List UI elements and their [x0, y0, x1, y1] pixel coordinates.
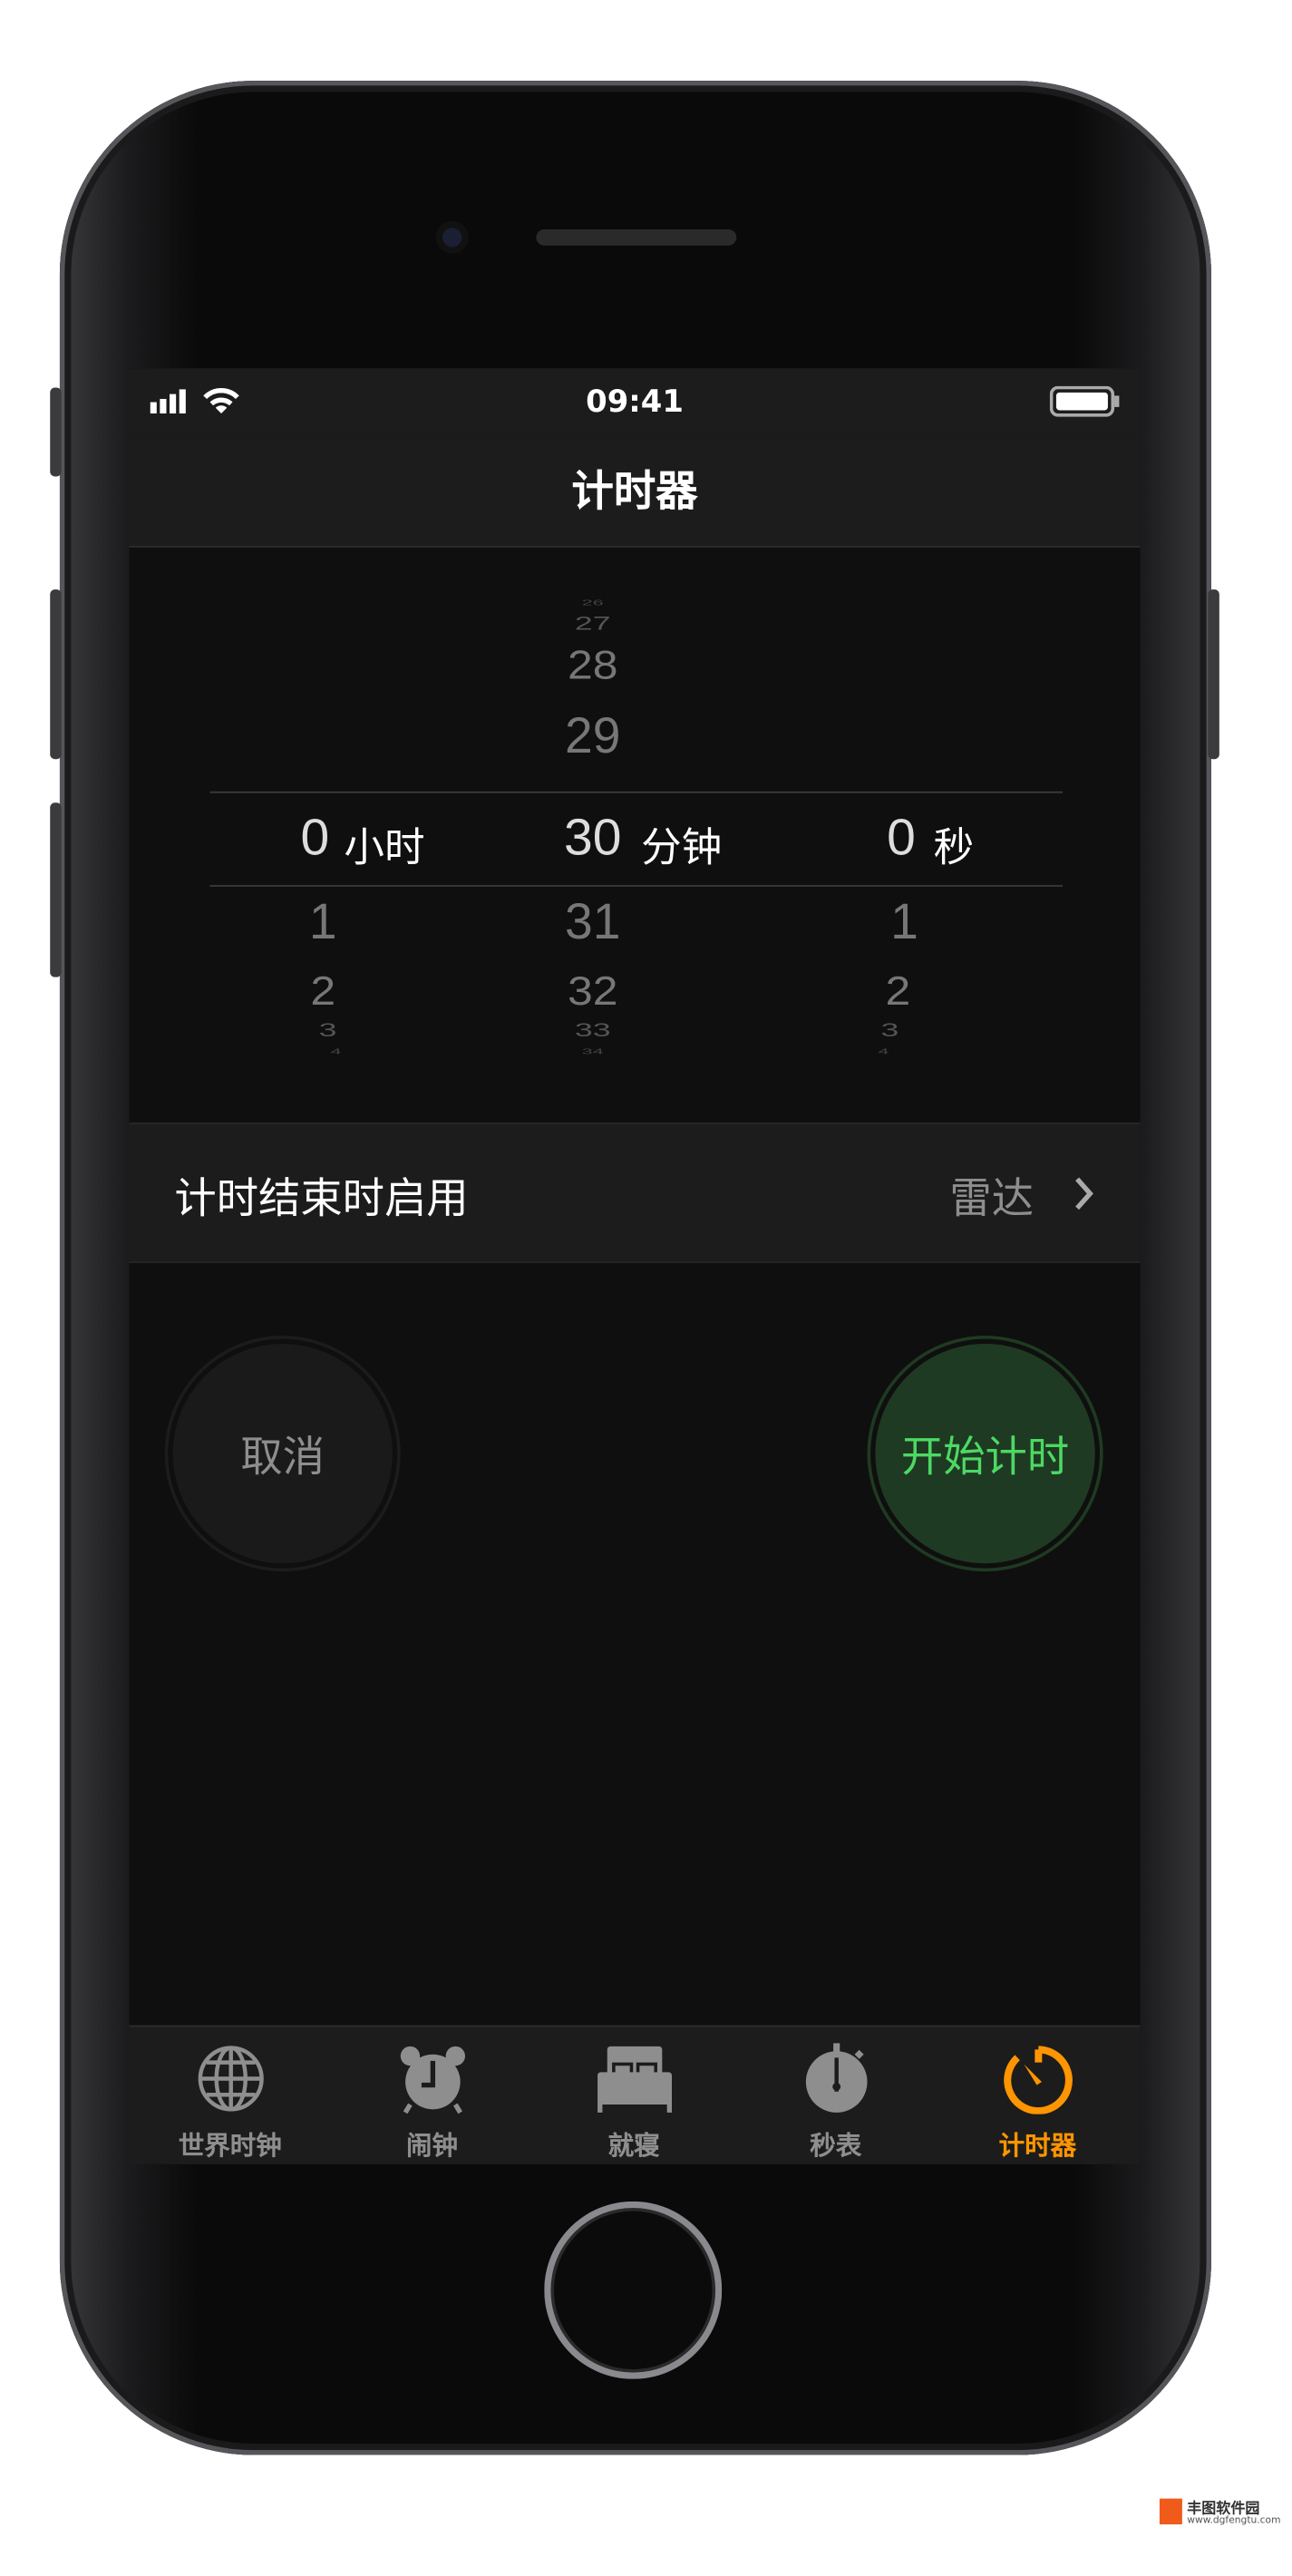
- battery-icon: [1049, 385, 1120, 417]
- tab-bar: 世界时钟 闹钟 就寝 秒表 计时器: [129, 2025, 1141, 2164]
- picker-minutes-unit: 分钟: [641, 823, 723, 871]
- picker-minutes-option[interactable]: 26: [528, 598, 657, 607]
- picker-seconds-unit: 秒: [933, 823, 975, 871]
- globe-icon: [198, 2046, 264, 2112]
- tab-alarm[interactable]: 闹钟: [331, 2027, 533, 2163]
- bed-icon: [597, 2046, 672, 2113]
- picker-minutes-option[interactable]: 31: [528, 893, 657, 951]
- cancel-button[interactable]: 取消: [172, 1344, 393, 1564]
- picker-hours-option[interactable]: 3: [263, 1020, 393, 1043]
- volume-up-button: [50, 589, 62, 760]
- page-title: 计时器: [571, 468, 698, 517]
- power-button: [1208, 589, 1219, 760]
- tab-label: 闹钟: [405, 2130, 458, 2162]
- volume-down-button: [50, 802, 62, 977]
- picker-hours-unit: 小时: [344, 823, 425, 871]
- picker-minutes-option[interactable]: 32: [528, 968, 657, 1015]
- watermark-logo: [1159, 2498, 1182, 2525]
- tab-world-clock[interactable]: 世界时钟: [130, 2027, 332, 2163]
- screen: 09:41 计时器 26 27 28 29 0 小时 30 分钟 0 秒 1 2: [129, 368, 1141, 2164]
- mute-switch: [50, 387, 62, 477]
- picker-seconds-option[interactable]: 4: [819, 1047, 948, 1056]
- tab-bedtime[interactable]: 就寝: [533, 2027, 735, 2163]
- tab-label: 就寝: [607, 2130, 660, 2162]
- picker-seconds-option[interactable]: 1: [840, 893, 969, 951]
- cancel-label: 取消: [240, 1433, 325, 1482]
- tab-stopwatch[interactable]: 秒表: [734, 2027, 937, 2163]
- tab-label: 秒表: [810, 2130, 862, 2162]
- picker-selection-top-line: [209, 791, 1064, 793]
- picker-hours-option[interactable]: 1: [258, 893, 388, 951]
- picker-minutes-option[interactable]: 34: [528, 1047, 657, 1056]
- watermark-url: www.dgfengtu.com: [1187, 2514, 1281, 2526]
- tab-timer[interactable]: 计时器: [937, 2027, 1139, 2163]
- speaker-grille: [536, 228, 737, 246]
- picker-hours-option[interactable]: 2: [258, 968, 388, 1015]
- timer-icon: [1004, 2046, 1073, 2114]
- stopwatch-icon: [805, 2043, 868, 2113]
- picker-minutes-option[interactable]: 27: [528, 613, 657, 636]
- picker-minutes-selected[interactable]: 30: [528, 808, 657, 868]
- when-timer-ends-value: 雷达: [949, 1175, 1035, 1225]
- when-timer-ends-row[interactable]: 计时结束时启用 雷达: [129, 1122, 1141, 1263]
- picker-minutes-option[interactable]: 29: [528, 707, 657, 765]
- nav-bar: 计时器: [129, 435, 1141, 548]
- status-time: 09:41: [586, 384, 684, 421]
- picker-hours-option[interactable]: 4: [271, 1047, 401, 1056]
- chevron-right-icon: [1075, 1177, 1093, 1210]
- status-bar: 09:41: [129, 368, 1141, 436]
- start-label: 开始计时: [900, 1433, 1070, 1482]
- picker-minutes-option[interactable]: 33: [528, 1020, 657, 1043]
- start-button[interactable]: 开始计时: [875, 1344, 1095, 1564]
- picker-minutes-option[interactable]: 28: [528, 642, 657, 688]
- when-timer-ends-label: 计时结束时启用: [174, 1175, 469, 1225]
- tab-label: 世界时钟: [178, 2130, 282, 2162]
- duration-picker[interactable]: 26 27 28 29 0 小时 30 分钟 0 秒 1 2 3 4 31 32…: [130, 546, 1141, 1123]
- tab-label: 计时器: [998, 2130, 1077, 2162]
- picker-seconds-option[interactable]: 2: [833, 968, 963, 1015]
- picker-selection-bottom-line: [209, 885, 1064, 887]
- alarm-clock-icon: [400, 2046, 465, 2114]
- picker-seconds-option[interactable]: 3: [825, 1020, 955, 1043]
- home-button[interactable]: [544, 2201, 723, 2379]
- front-camera: [435, 221, 469, 254]
